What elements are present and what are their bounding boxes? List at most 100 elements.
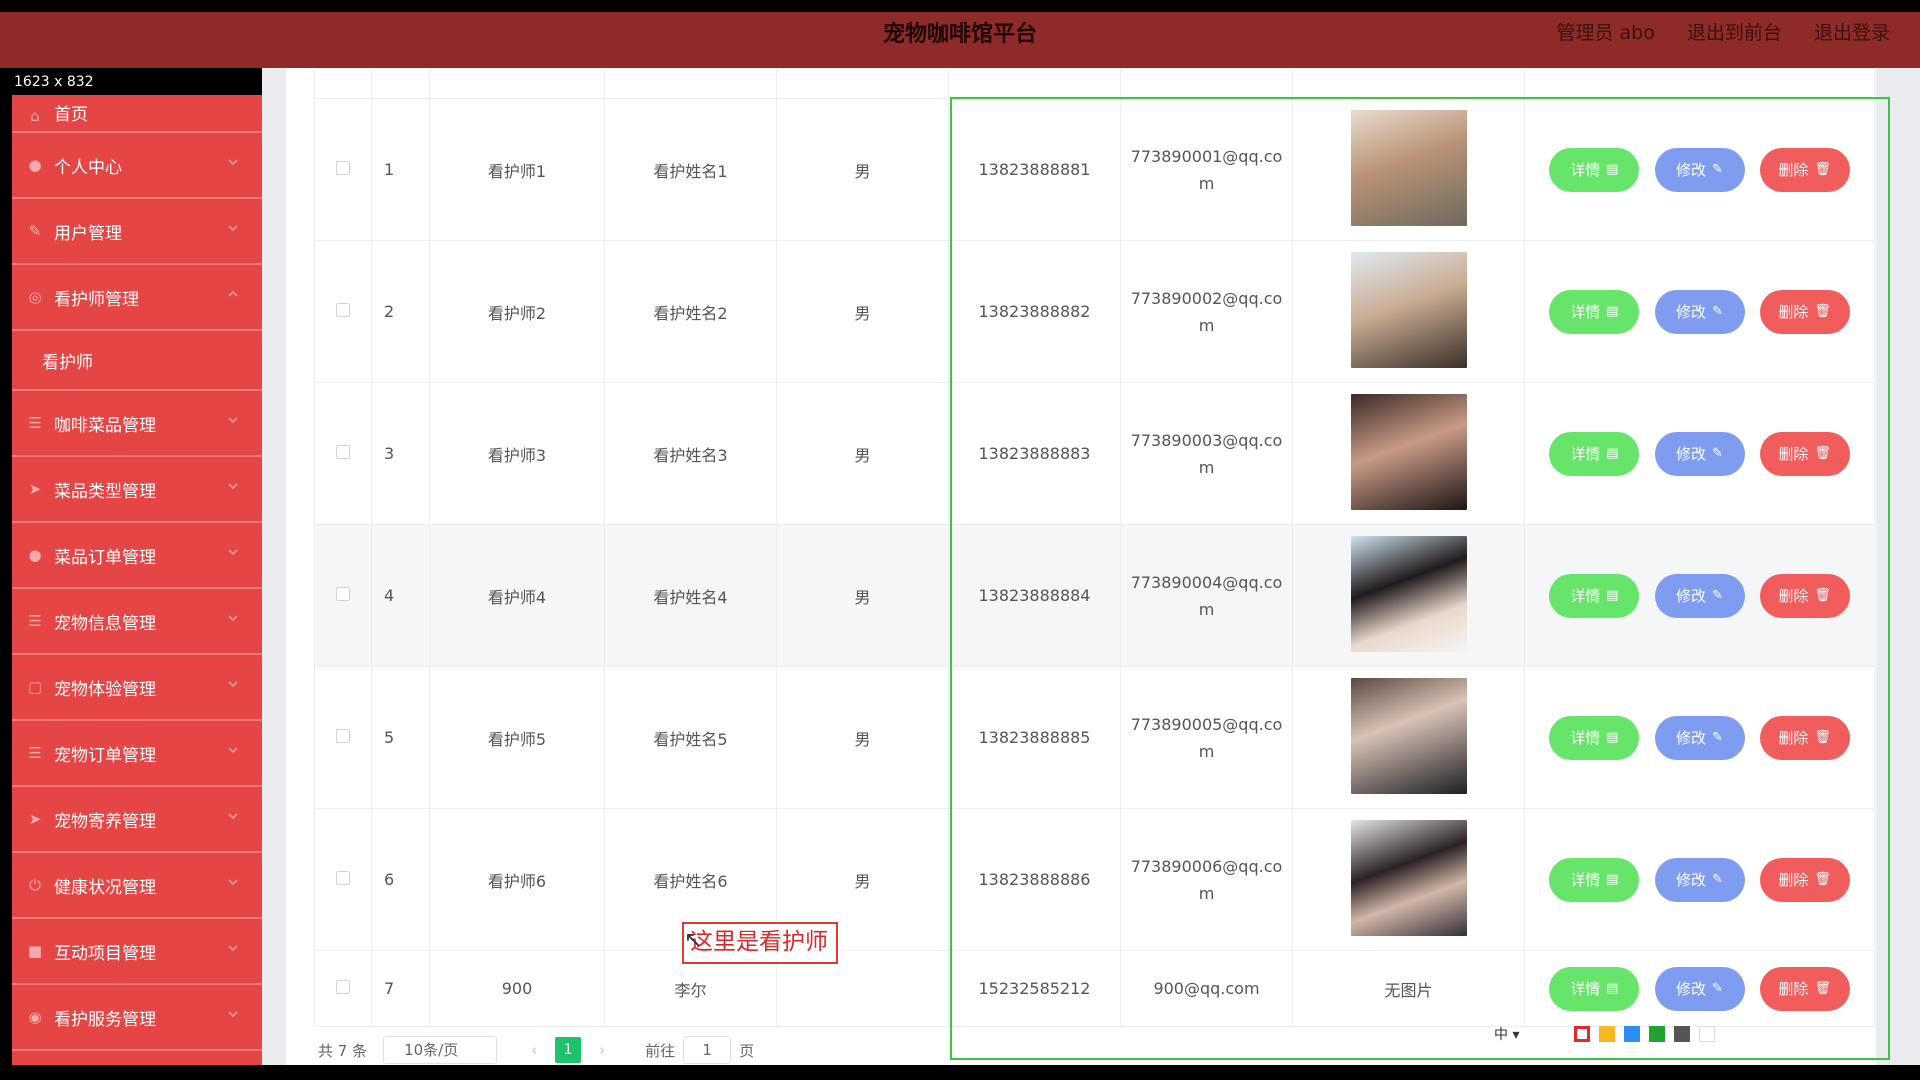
sidebar-item-label: 用户管理 [54,223,122,244]
language-select[interactable]: 中 ▾ [1494,1024,1519,1044]
sidebar-item-home[interactable]: ⌂ 首页 [12,95,262,133]
sidebar-item-pet-info[interactable]: ☰ 宠物信息管理 [12,589,262,655]
dimension-label: 1623 x 832 [14,74,94,90]
sidebar-item-label: 咖啡菜品管理 [54,415,156,436]
page-size-select[interactable]: 10条/页 [383,1036,498,1064]
swatch-gray[interactable] [1674,1026,1690,1042]
sidebar-item-interaction[interactable]: ■ 互动项目管理 [12,919,262,985]
cell-name: 看护姓名3 [604,382,777,525]
sidebar-item-pet-orders[interactable]: ☰ 宠物订单管理 [12,721,262,787]
cell-gender: 男 [776,382,949,525]
sidebar-item-care-service[interactable]: ◉ 看护服务管理 [12,985,262,1051]
swatch-orange[interactable] [1599,1026,1615,1042]
sidebar-item-pet-boarding[interactable]: ➤ 宠物寄养管理 [12,787,262,853]
power-icon: ⏻ [29,876,41,894]
cell-account: 看护师5 [429,666,605,809]
sidebar-item-label: 看护服务管理 [54,1009,156,1030]
chevron-down-icon [228,225,238,231]
row-checkbox[interactable] [336,445,350,459]
sidebar-subitem-caretaker[interactable]: 看护师 [12,331,262,391]
cell-account: 看护师6 [429,808,605,951]
sidebar: ⌂ 首页 ● 个人中心 ✎ 用户管理 ◎ 看护师管理 看护师 ☰ 咖啡菜品管理 … [12,95,262,1065]
sidebar-item-label: 宠物寄养管理 [54,811,156,832]
sidebar-item-pet-experience[interactable]: ▢ 宠物体验管理 [12,655,262,721]
sidebar-item-caretaker-manage[interactable]: ◎ 看护师管理 [12,265,262,331]
sidebar-item-users[interactable]: ✎ 用户管理 [12,199,262,265]
cell-gender: 男 [776,666,949,809]
cell-name: 看护姓名4 [604,524,777,667]
row-number: 6 [371,808,430,951]
top-header: 宠物咖啡馆平台 管理员 abo 退出到前台 退出登录 [0,12,1920,68]
row-number: 5 [371,666,430,809]
row-checkbox[interactable] [336,587,350,601]
next-page-icon[interactable]: › [589,1041,615,1059]
sidebar-item-label: 首页 [54,105,88,125]
folder-icon: ■ [27,942,43,960]
cell-gender: 男 [776,240,949,383]
list-icon: ☰ [28,612,42,630]
sidebar-item-profile[interactable]: ● 个人中心 [12,133,262,199]
cell-account: 看护师4 [429,524,605,667]
swatch-white[interactable] [1699,1026,1715,1042]
list-icon: ☰ [28,744,42,762]
send-icon: ➤ [28,480,42,498]
home-icon: ⌂ [30,107,40,125]
cell-name: 看护姓名1 [604,98,777,241]
sidebar-item-coffee-dishes[interactable]: ☰ 咖啡菜品管理 [12,391,262,457]
swatch-blue[interactable] [1624,1026,1640,1042]
sidebar-item-label: 宠物体验管理 [54,679,156,700]
chevron-down-icon [228,549,238,555]
chevron-up-icon [228,291,238,297]
row-number: 2 [371,240,430,383]
goto-label: 前往 [645,1041,676,1060]
sidebar-item-label: 看护师管理 [54,289,139,310]
back-to-front-link[interactable]: 退出到前台 [1687,22,1782,44]
cell-account: 900 [429,950,605,1027]
user-icon: ● [28,156,42,174]
admin-label: 管理员 abo [1556,22,1655,44]
sidebar-item-label: 菜品类型管理 [54,481,156,502]
sidebar-item-label: 宠物信息管理 [54,613,156,634]
row-checkbox[interactable] [336,161,350,175]
sidebar-item-dish-types[interactable]: ➤ 菜品类型管理 [12,457,262,523]
page-suffix: 页 [739,1041,755,1060]
user-manage-icon: ✎ [28,222,42,240]
chevron-down-icon [228,483,238,489]
sidebar-item-health[interactable]: ⏻ 健康状况管理 [12,853,262,919]
chevron-down-icon [228,681,238,687]
sidebar-item-label: 健康状况管理 [54,877,156,898]
cell-account: 看护师1 [429,98,605,241]
row-checkbox[interactable] [336,303,350,317]
send-icon: ➤ [28,810,42,828]
row-number: 3 [371,382,430,525]
page-number-active[interactable]: 1 [555,1037,582,1063]
cell-gender: 男 [776,98,949,241]
cell-gender: 男 [776,524,949,667]
chevron-down-icon [228,615,238,621]
header-actions: 管理员 abo 退出到前台 退出登录 [1531,12,1891,54]
chevron-down-icon [228,747,238,753]
goto-page-input[interactable]: 1 [683,1036,732,1064]
chevron-down-icon [228,879,238,885]
sidebar-item-dish-orders[interactable]: ● 菜品订单管理 [12,523,262,589]
chevron-down-icon [228,159,238,165]
row-number: 4 [371,524,430,667]
logout-link[interactable]: 退出登录 [1814,22,1890,44]
row-number: 1 [371,98,430,241]
swatch-red[interactable] [1574,1026,1590,1042]
row-checkbox[interactable] [336,980,350,994]
color-swatches [1574,1026,1724,1042]
chevron-down-icon [228,417,238,423]
sidebar-item-label: 菜品订单管理 [54,547,156,568]
compass-icon: ◉ [28,1008,42,1026]
sidebar-item-label: 宠物订单管理 [54,745,156,766]
prev-page-icon[interactable]: ‹ [521,1041,547,1059]
chevron-down-icon [228,1011,238,1017]
annotation-box: 这里是看护师 [682,922,838,964]
row-checkbox[interactable] [336,729,350,743]
crop-icon: ▢ [27,678,43,696]
chevron-down-icon [228,945,238,951]
sidebar-item-label: 互动项目管理 [54,943,156,964]
swatch-green[interactable] [1649,1026,1665,1042]
row-checkbox[interactable] [336,871,350,885]
